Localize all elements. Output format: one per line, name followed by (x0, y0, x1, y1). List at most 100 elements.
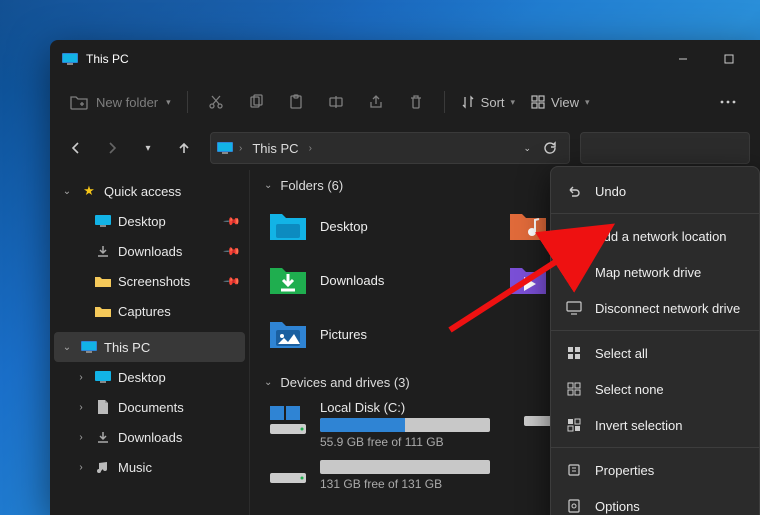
sidebar-item-this-pc[interactable]: ⌄ This PC (54, 332, 245, 362)
desktop-icon (94, 215, 112, 227)
folder-tile-desktop[interactable]: Desktop (258, 199, 498, 253)
share-button[interactable] (358, 85, 394, 119)
folder-icon (94, 275, 112, 287)
window-title: This PC (86, 52, 129, 66)
recent-button[interactable]: ▾ (132, 132, 164, 164)
chevron-down-icon[interactable]: ⌄ (60, 186, 74, 197)
sidebar-item-quick-access[interactable]: ⌄ ★ Quick access (54, 176, 245, 206)
menu-item-options[interactable]: Options (551, 488, 759, 515)
new-folder-button[interactable]: New folder ▾ (64, 85, 177, 119)
menu-item-map-network-drive[interactable]: Map network drive (551, 254, 759, 290)
menu-item-invert-selection[interactable]: Invert selection (551, 407, 759, 443)
sidebar-item-desktop[interactable]: Desktop 📌 (68, 206, 245, 236)
sidebar-item-music[interactable]: › Music (68, 452, 245, 482)
folder-tile-pictures[interactable]: Pictures (258, 307, 498, 361)
sort-button[interactable]: Sort ▾ (455, 85, 521, 119)
sidebar-item-desktop-pc[interactable]: › Desktop (68, 362, 245, 392)
folder-icon (94, 305, 112, 317)
navigation-bar: ▾ › This PC › ⌄ ⌕ (50, 126, 760, 170)
downloads-icon (94, 244, 112, 258)
drive-tile-e[interactable]: 131 GB free of 131 GB (258, 453, 508, 501)
sidebar-item-downloads-pc[interactable]: › Downloads (68, 422, 245, 452)
chevron-down-icon[interactable]: ⌄ (523, 143, 531, 154)
menu-item-disconnect-network-drive[interactable]: Disconnect network drive (551, 290, 759, 326)
forward-button[interactable] (96, 132, 128, 164)
chevron-down-icon: ⌄ (264, 180, 272, 191)
select-none-icon (565, 382, 583, 396)
chevron-down-icon: ▾ (511, 97, 516, 108)
monitor-plus-icon (565, 229, 583, 243)
up-button[interactable] (168, 132, 200, 164)
select-invert-icon (565, 418, 583, 432)
sidebar-item-downloads[interactable]: Downloads 📌 (68, 236, 245, 266)
maximize-button[interactable] (706, 40, 752, 78)
view-button[interactable]: View ▾ (525, 85, 595, 119)
chevron-down-icon: ⌄ (264, 377, 272, 388)
menu-item-select-all[interactable]: Select all (551, 335, 759, 371)
cut-button[interactable] (198, 85, 234, 119)
sort-icon (461, 95, 475, 109)
monitor-drive-icon (565, 265, 583, 279)
drive-tile-c[interactable]: Local Disk (C:) 55.9 GB free of 111 GB (258, 396, 508, 453)
copy-button[interactable] (238, 85, 274, 119)
chevron-right-icon: › (309, 143, 312, 154)
minimize-button[interactable] (660, 40, 706, 78)
options-icon (565, 499, 583, 513)
drive-label: Local Disk (C:) (320, 400, 490, 415)
chevron-right-icon[interactable]: › (74, 432, 88, 443)
chevron-right-icon[interactable]: › (74, 402, 88, 413)
chevron-right-icon: › (239, 143, 242, 154)
delete-button[interactable] (398, 85, 434, 119)
desktop-icon (268, 206, 308, 246)
pin-icon: 📌 (223, 272, 242, 291)
drive-free-text: 55.9 GB free of 111 GB (320, 435, 490, 449)
videos-icon (508, 260, 548, 300)
this-pc-icon (80, 341, 98, 353)
this-pc-icon (62, 53, 78, 65)
chevron-right-icon[interactable]: › (74, 372, 88, 383)
chevron-down-icon: ▾ (166, 97, 171, 108)
toolbar: New folder ▾ Sort ▾ View ▾ (50, 78, 760, 126)
drive-free-text: 131 GB free of 131 GB (320, 477, 490, 491)
view-icon (531, 95, 545, 109)
chevron-down-icon[interactable]: ⌄ (60, 342, 74, 353)
title-bar: This PC (50, 40, 760, 78)
drive-usage-bar (320, 460, 490, 474)
rename-button[interactable] (318, 85, 354, 119)
menu-item-add-network-location[interactable]: Add a network location (551, 218, 759, 254)
sidebar-item-documents[interactable]: › Documents (68, 392, 245, 422)
drive-icon (268, 457, 308, 497)
sidebar-item-screenshots[interactable]: Screenshots 📌 (68, 266, 245, 296)
chevron-right-icon[interactable]: › (74, 462, 88, 473)
address-bar[interactable]: › This PC › ⌄ (210, 132, 570, 164)
monitor-x-icon (565, 301, 583, 315)
music-icon (508, 206, 548, 246)
search-input[interactable]: ⌕ (580, 132, 750, 164)
undo-icon (565, 183, 583, 199)
desktop-icon (94, 371, 112, 383)
chevron-down-icon: ▾ (585, 97, 590, 108)
refresh-button[interactable] (537, 141, 563, 155)
this-pc-icon (217, 142, 233, 154)
more-button[interactable] (710, 85, 746, 119)
paste-button[interactable] (278, 85, 314, 119)
file-explorer-window: This PC New folder ▾ Sort (50, 40, 760, 515)
pin-icon: 📌 (223, 212, 242, 231)
drive-icon (268, 400, 308, 440)
pictures-icon (268, 314, 308, 354)
music-icon (94, 460, 112, 474)
menu-item-undo[interactable]: Undo (551, 173, 759, 209)
breadcrumb[interactable]: This PC (248, 141, 302, 156)
back-button[interactable] (60, 132, 92, 164)
sidebar-item-captures[interactable]: Captures (68, 296, 245, 326)
new-folder-icon (70, 94, 88, 110)
menu-item-properties[interactable]: Properties (551, 452, 759, 488)
more-context-menu: Undo Add a network location Map network … (550, 166, 760, 515)
navigation-sidebar: ⌄ ★ Quick access Desktop 📌 Downloads 📌 (50, 170, 250, 515)
properties-icon (565, 463, 583, 477)
folder-tile-downloads[interactable]: Downloads (258, 253, 498, 307)
star-icon: ★ (80, 183, 98, 199)
downloads-icon (268, 260, 308, 300)
documents-icon (94, 399, 112, 415)
menu-item-select-none[interactable]: Select none (551, 371, 759, 407)
